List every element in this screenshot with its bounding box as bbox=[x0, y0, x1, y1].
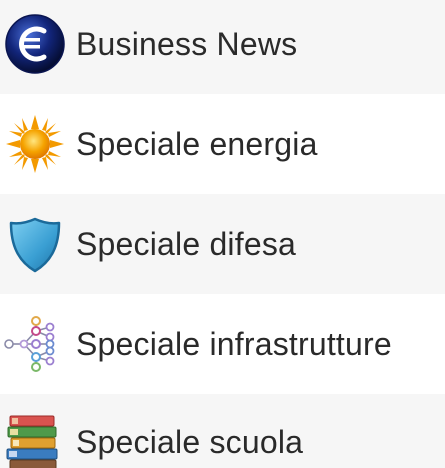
menu-item-label: Speciale energia bbox=[76, 125, 318, 162]
menu-item-label: Business News bbox=[76, 25, 298, 62]
menu-item-business-news[interactable]: Business News bbox=[0, 0, 445, 94]
menu-item-speciale-energia[interactable]: Speciale energia bbox=[0, 94, 445, 194]
euro-icon bbox=[2, 11, 68, 77]
menu-item-speciale-scuola[interactable]: Speciale scuola bbox=[0, 394, 445, 468]
network-icon bbox=[2, 311, 68, 377]
menu-item-speciale-infrastrutture[interactable]: Speciale infrastrutture bbox=[0, 294, 445, 394]
sun-icon bbox=[2, 111, 68, 177]
menu-item-label: Speciale scuola bbox=[76, 424, 304, 460]
books-icon bbox=[2, 408, 68, 468]
menu-item-speciale-difesa[interactable]: Speciale difesa bbox=[0, 194, 445, 294]
menu-item-label: Speciale infrastrutture bbox=[76, 325, 392, 362]
menu-item-label: Speciale difesa bbox=[76, 225, 297, 262]
menu-list: Business News Speciale energia Speciale … bbox=[0, 0, 445, 468]
shield-icon bbox=[2, 211, 68, 277]
